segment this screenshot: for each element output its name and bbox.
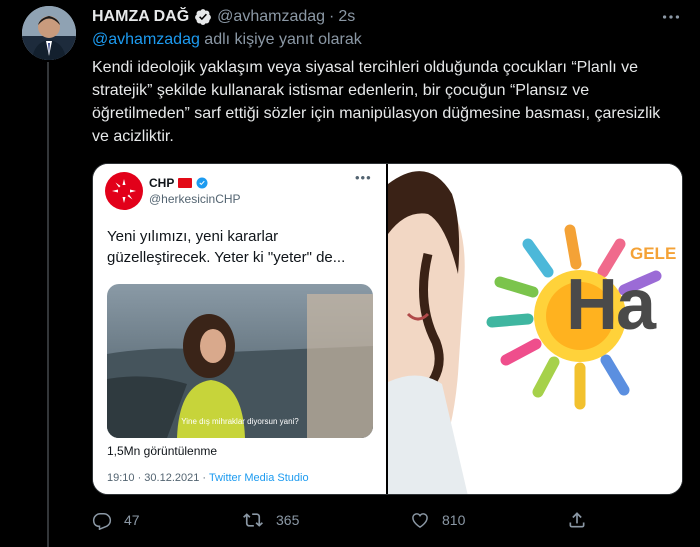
reply-suffix: adlı kişiye yanıt olarak: [199, 31, 362, 48]
separator: ·: [329, 8, 335, 25]
share-button[interactable]: [567, 510, 587, 530]
tweet-header: HAMZA DAĞ @avhamzadag · 2s: [92, 6, 355, 28]
handle[interactable]: @avhamzadag: [217, 8, 325, 26]
media-image-campaign[interactable]: GELE Ha: [388, 164, 682, 494]
reply-context: @avhamzadag adlı kişiye yanıt olarak: [92, 31, 362, 49]
embedded-date: 19:10 · 30.12.2021 ·: [107, 472, 209, 484]
embedded-name: CHP: [149, 176, 208, 190]
display-name[interactable]: HAMZA DAĞ: [92, 8, 189, 26]
share-icon: [569, 512, 585, 528]
retweet-count: 365: [276, 512, 300, 528]
turkey-flag-icon: [178, 178, 193, 188]
retweet-icon: [243, 513, 263, 527]
embedded-display-name: CHP: [149, 176, 175, 190]
avatar[interactable]: [22, 6, 76, 60]
reply-mention-link[interactable]: @avhamzadag: [92, 31, 200, 48]
like-count: 810: [442, 512, 466, 528]
embedded-handle: @herkesicinCHP: [149, 192, 241, 206]
action-bar: 47 365 810: [92, 510, 683, 534]
verified-badge-icon: [194, 8, 212, 26]
reply-button[interactable]: 47: [92, 510, 140, 530]
embedded-verified-icon: [196, 177, 208, 189]
embedded-meta: 19:10 · 30.12.2021 · Twitter Media Studi…: [107, 472, 309, 484]
tweet-text: Kendi ideolojik yaklaşım veya siyasal te…: [92, 59, 661, 145]
retweet-button[interactable]: 365: [242, 510, 299, 530]
view-count: 1,5Mn görüntülenme: [107, 444, 218, 458]
media-image-screenshot[interactable]: CHP @herkesicinCHP ••• Yeni yılımızı, ye…: [93, 164, 386, 494]
campaign-brand-small: GELE: [630, 244, 677, 263]
campaign-brand-big: Ha: [566, 265, 656, 345]
embedded-text: Yeni yılımızı, yeni kararlar güzelleştir…: [107, 228, 346, 266]
more-icon[interactable]: [660, 6, 682, 33]
embedded-video: Yine dış mihraklar diyorsun yani?: [107, 284, 373, 438]
like-icon: [412, 513, 428, 528]
embedded-source: Twitter Media Studio: [208, 472, 309, 484]
media-grid[interactable]: CHP @herkesicinCHP ••• Yeni yılımızı, ye…: [92, 163, 683, 495]
video-caption: Yine dış mihraklar diyorsun yani?: [181, 417, 299, 426]
reply-icon: [92, 513, 112, 530]
embedded-more-icon: •••: [355, 170, 372, 185]
chp-logo: [105, 172, 143, 210]
timestamp[interactable]: 2s: [338, 8, 355, 26]
reply-count: 47: [124, 512, 140, 528]
like-button[interactable]: 810: [410, 510, 465, 530]
thread-line: [47, 62, 49, 547]
